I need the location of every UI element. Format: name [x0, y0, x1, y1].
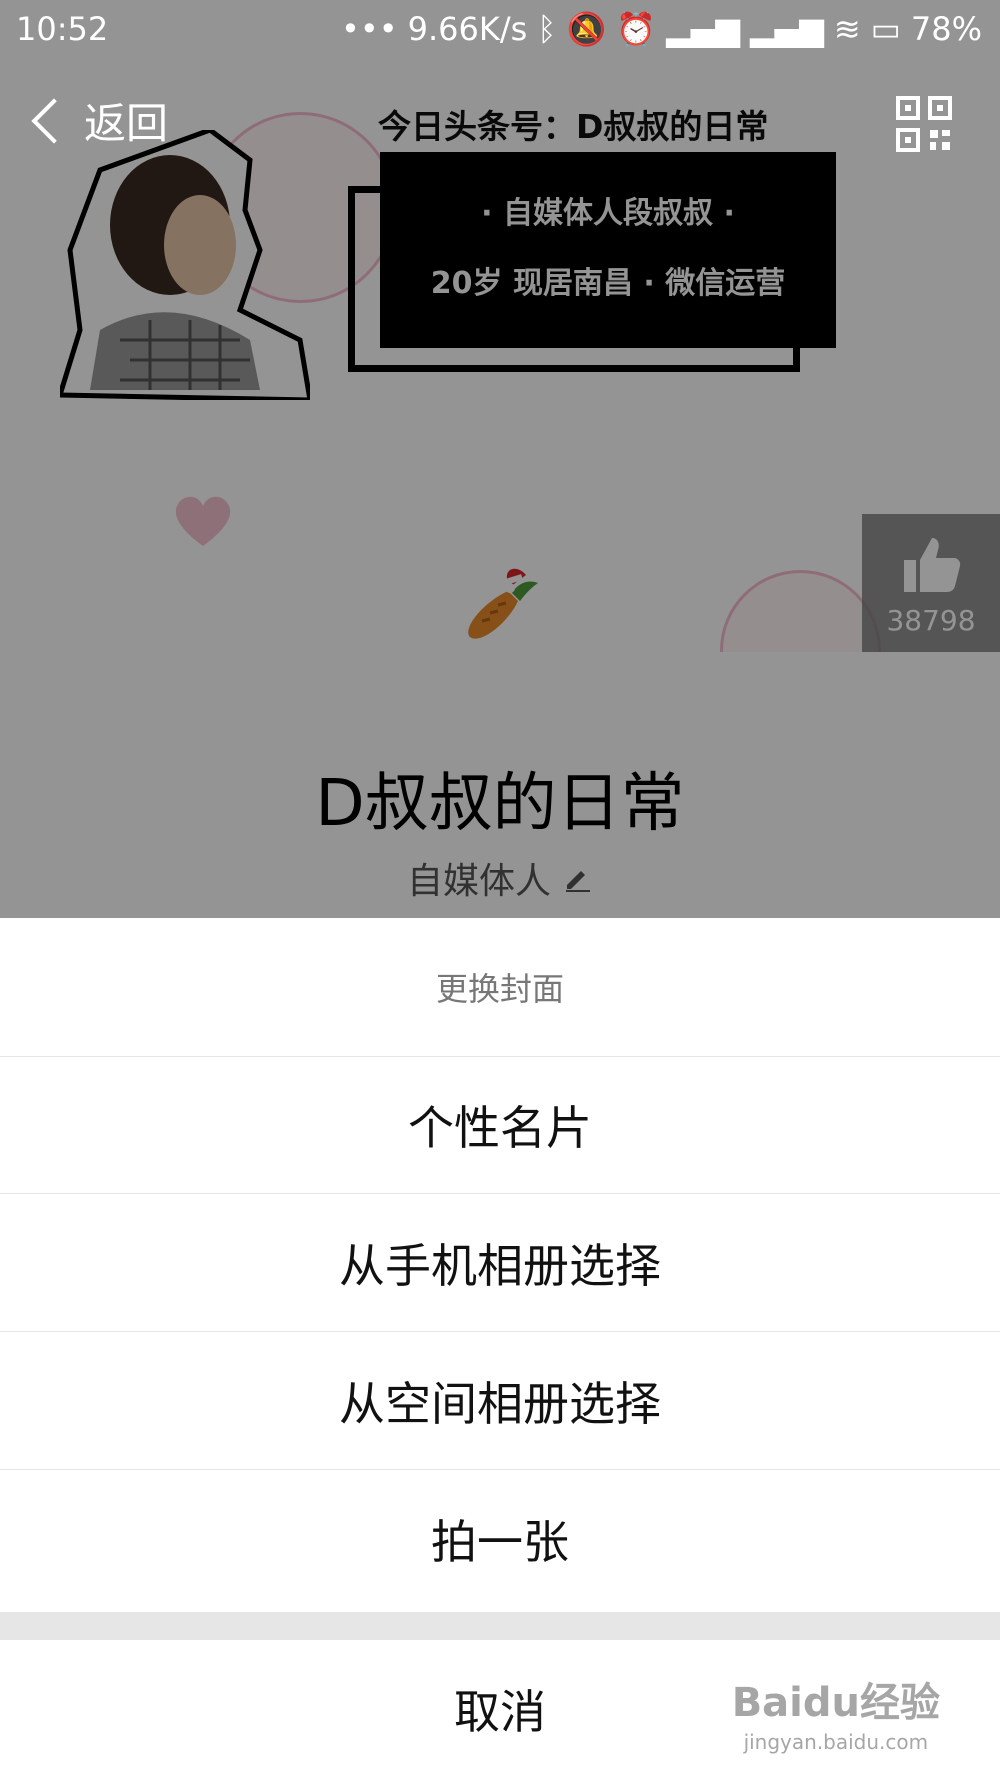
- back-button[interactable]: 返回: [28, 90, 168, 151]
- battery-percent: 78%: [910, 10, 982, 48]
- option-space-album[interactable]: 从空间相册选择: [0, 1332, 1000, 1470]
- option-take-photo[interactable]: 拍一张: [0, 1470, 1000, 1608]
- top-nav: 返回: [0, 80, 1000, 170]
- qr-code-icon[interactable]: [896, 96, 952, 152]
- status-bar: 10:52 ••• 9.66K/s ᛒ 🔕 ⏰ ▂▄▆ ▂▄▆ ≋ ▭ 78%: [0, 0, 1000, 58]
- status-time: 10:52: [16, 10, 109, 48]
- wifi-icon: ≋: [833, 10, 861, 48]
- option-personal-card[interactable]: 个性名片: [0, 1056, 1000, 1194]
- more-dots-icon: •••: [340, 10, 398, 48]
- alarm-icon: ⏰: [616, 10, 657, 48]
- action-sheet: 更换封面 个性名片 从手机相册选择 从空间相册选择 拍一张 取消: [0, 918, 1000, 1778]
- sheet-title: 更换封面: [0, 918, 1000, 1057]
- signal-icon: ▂▄▆: [666, 10, 740, 48]
- baidu-watermark: Baidu经验 jingyan.baidu.com: [732, 1670, 940, 1754]
- option-phone-album[interactable]: 从手机相册选择: [0, 1194, 1000, 1332]
- network-speed: 9.66K/s: [407, 10, 528, 48]
- watermark-url: jingyan.baidu.com: [743, 1730, 929, 1754]
- sheet-divider: [0, 1612, 1000, 1640]
- back-chevron-icon: [31, 97, 77, 144]
- bluetooth-icon: ᛒ: [537, 10, 557, 48]
- signal-icon: ▂▄▆: [750, 10, 824, 48]
- mute-icon: 🔕: [566, 10, 607, 48]
- watermark-brand: Baidu经验: [731, 1680, 940, 1726]
- battery-icon: ▭: [870, 10, 901, 48]
- back-label: 返回: [84, 99, 169, 148]
